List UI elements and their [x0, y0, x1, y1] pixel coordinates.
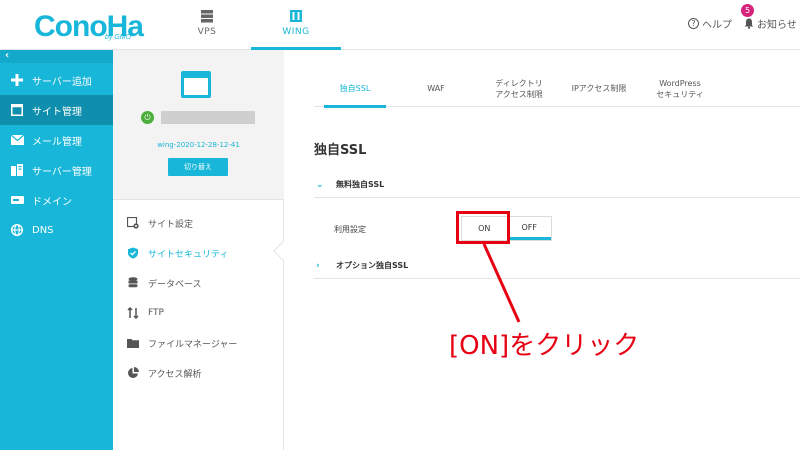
sidebar-item-label: メール管理 [32, 136, 82, 148]
ssl-off-button[interactable]: OFF [506, 217, 551, 240]
tab-directory-access[interactable]: ディレクトリ アクセス制限 [482, 70, 556, 107]
pie-chart-icon [127, 367, 139, 379]
notify-label: お知らせ [757, 20, 797, 31]
globe-icon [10, 223, 24, 237]
power-icon: ⏻ [141, 111, 154, 124]
tab-vps[interactable]: VPS [162, 0, 252, 50]
usage-setting-label: 利用設定 [334, 225, 366, 234]
sidebar-item-mail-management[interactable]: メール管理 [0, 125, 113, 155]
tab-wordpress-security[interactable]: WordPress セキュリティ [644, 70, 716, 107]
menu-label: データベース [148, 279, 202, 290]
sidebar-item-label: サーバー追加 [32, 76, 92, 88]
tab-wing[interactable]: WING [251, 0, 341, 50]
server-panel: ⏻ wing-2020-12-28-12-41 切り替え サイト設定 サイトセキ… [113, 50, 284, 450]
menu-label: FTP [148, 308, 164, 318]
server-stack-icon [201, 10, 213, 23]
building-icon [290, 10, 302, 22]
left-sidebar: ‹ サーバー追加 サイト管理 メール管理 サーバー管理 ドメイン DNS [0, 50, 113, 450]
sidebar-collapse-button[interactable]: ‹ [0, 50, 113, 63]
sidebar-item-domain[interactable]: ドメイン [0, 185, 113, 215]
menu-site-security[interactable]: サイトセキュリティ [127, 243, 228, 263]
shield-check-icon [127, 247, 139, 259]
server-summary: ⏻ wing-2020-12-28-12-41 切り替え [113, 50, 284, 200]
help-link[interactable]: ? ヘルプ [688, 16, 732, 31]
main-content: 独自SSL WAF ディレクトリ アクセス制限 IPアクセス制限 WordPre… [284, 50, 800, 450]
chevron-right-icon: › [316, 260, 320, 271]
sidebar-item-label: ドメイン [32, 196, 72, 208]
tab-ip-access[interactable]: IPアクセス制限 [564, 70, 634, 107]
tab-custom-ssl[interactable]: 独自SSL [324, 70, 386, 108]
sidebar-item-server-management[interactable]: サーバー管理 [0, 155, 113, 185]
chevron-down-icon: ⌄ [316, 179, 324, 190]
bell-icon [744, 18, 754, 29]
site-window-icon [181, 71, 211, 98]
sidebar-item-add-server[interactable]: サーバー追加 [0, 65, 113, 95]
page-title: 独自SSL [314, 143, 367, 158]
security-tabs: 独自SSL WAF ディレクトリ アクセス制限 IPアクセス制限 WordPre… [314, 70, 800, 108]
free-ssl-header[interactable]: ⌄ 無料独自SSL [314, 172, 800, 198]
tab-vps-label: VPS [197, 27, 217, 37]
tab-wing-label: WING [282, 27, 310, 37]
server-icon [10, 163, 24, 177]
notification-link[interactable]: お知らせ [744, 16, 797, 31]
option-ssl-header[interactable]: › オプション独自SSL [314, 253, 800, 279]
sidebar-item-dns[interactable]: DNS [0, 215, 113, 245]
plus-icon [10, 73, 24, 87]
sidebar-item-site-management[interactable]: サイト管理 [0, 95, 113, 125]
masked-domain [161, 111, 255, 124]
annotation-highlight-box [456, 211, 510, 244]
database-icon [127, 277, 139, 289]
server-name: wing-2020-12-28-12-41 [157, 141, 240, 149]
domain-icon [10, 193, 24, 207]
site-settings-icon [127, 217, 139, 229]
folder-icon [127, 337, 139, 349]
menu-label: サイト設定 [148, 219, 194, 230]
free-ssl-label: 無料独自SSL [336, 180, 385, 189]
sidebar-item-label: サーバー管理 [32, 166, 92, 178]
menu-access-analytics[interactable]: アクセス解析 [127, 363, 202, 383]
top-header: ConoHa by GMO VPS WING ? ヘルプ 5 お知らせ [0, 0, 800, 50]
menu-database[interactable]: データベース [127, 273, 202, 293]
menu-label: アクセス解析 [148, 369, 202, 380]
sidebar-item-label: サイト管理 [32, 106, 82, 118]
logo-sub-text: by GMO [105, 34, 132, 41]
switch-server-button[interactable]: 切り替え [168, 158, 228, 176]
menu-label: サイトセキュリティ [148, 249, 229, 260]
sidebar-item-label: DNS [32, 224, 54, 236]
annotation-text: [ON]をクリック [449, 331, 640, 361]
menu-site-settings[interactable]: サイト設定 [127, 213, 193, 233]
window-icon [10, 103, 24, 117]
question-icon: ? [688, 18, 699, 29]
option-ssl-label: オプション独自SSL [336, 261, 409, 270]
transfer-arrows-icon [127, 307, 139, 319]
tab-waf[interactable]: WAF [406, 70, 466, 107]
menu-file-manager[interactable]: ファイルマネージャー [127, 333, 237, 353]
mail-icon [10, 133, 24, 147]
conoha-logo[interactable]: ConoHa by GMO [34, 8, 144, 42]
menu-label: ファイルマネージャー [148, 339, 238, 350]
help-label: ヘルプ [702, 20, 732, 31]
menu-ftp[interactable]: FTP [127, 303, 164, 323]
